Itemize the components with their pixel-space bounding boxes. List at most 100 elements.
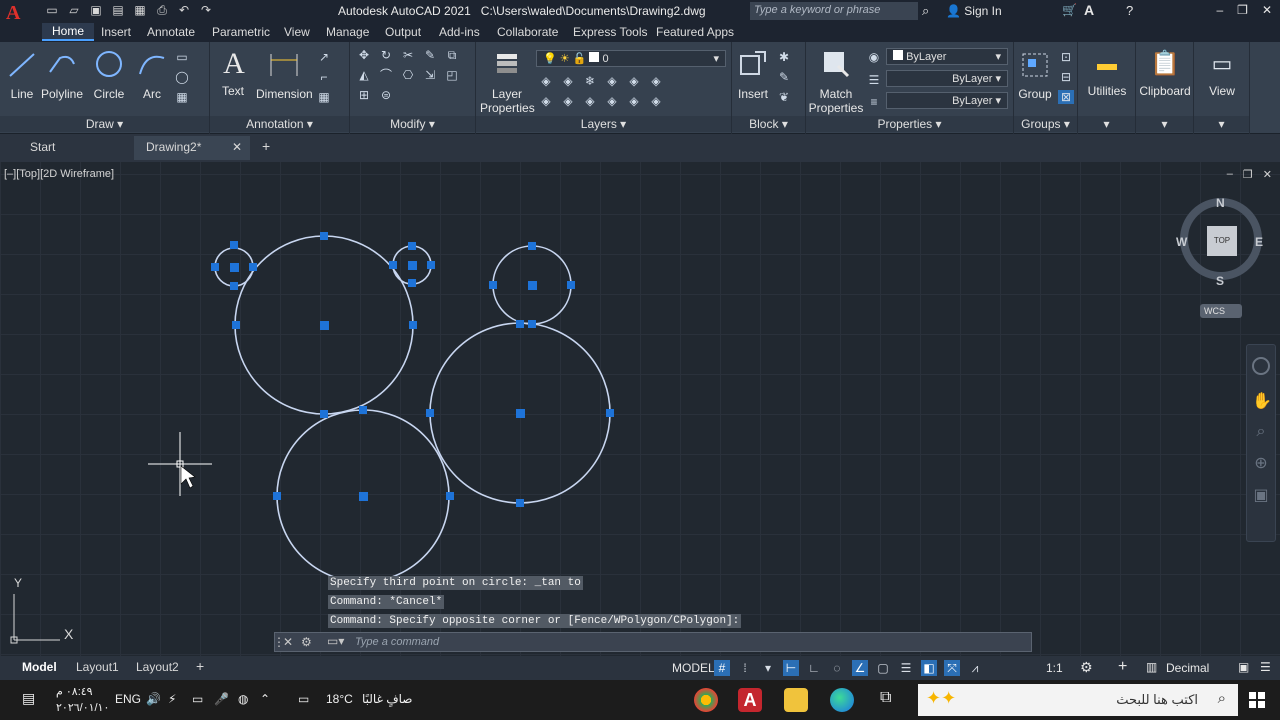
group-edit-icon[interactable]: ⊟: [1058, 70, 1074, 84]
selection-cycling-icon[interactable]: ⤧: [944, 660, 960, 676]
grip[interactable]: [389, 261, 397, 269]
grip[interactable]: [567, 281, 575, 289]
edit-attributes-icon[interactable]: ❦: [776, 90, 792, 104]
explode-icon[interactable]: ⎔: [400, 68, 416, 82]
close-command-line-icon[interactable]: ✕: [283, 635, 293, 649]
annotation-panel-title[interactable]: Annotation ▾: [210, 116, 349, 132]
showmotion-icon[interactable]: ▣: [1252, 485, 1270, 505]
lineweight-dropdown[interactable]: ByLayer ▾: [886, 92, 1008, 109]
command-line[interactable]: ⋮ ✕ ⚙ ▭▾ Type a command: [273, 632, 1032, 652]
infer-constraints-icon[interactable]: ⊢: [783, 660, 799, 676]
grip[interactable]: [427, 261, 435, 269]
weather-temperature[interactable]: 18°C: [326, 692, 353, 706]
language-indicator[interactable]: ENG: [115, 692, 141, 706]
open-icon[interactable]: ▱: [66, 3, 82, 17]
grip[interactable]: [320, 232, 328, 240]
battery-icon[interactable]: ▭: [192, 692, 203, 706]
layers-panel-title[interactable]: Layers ▾: [476, 116, 731, 132]
close-tab-icon[interactable]: ✕: [232, 140, 242, 154]
modify-panel-title[interactable]: Modify ▾: [350, 116, 475, 132]
layer-walk-icon[interactable]: ◈: [582, 94, 598, 108]
volume-icon[interactable]: 🔊: [146, 692, 161, 706]
tab-insert[interactable]: Insert: [101, 25, 131, 39]
undo-icon[interactable]: ↶: [176, 3, 192, 17]
grip[interactable]: [528, 320, 536, 328]
drawing-viewport[interactable]: [–][Top][2D Wireframe] – ❐ ✕ Y X TOP N S…: [0, 162, 1280, 656]
linetype-dropdown[interactable]: ByLayer ▾: [886, 70, 1008, 87]
grip[interactable]: [320, 321, 329, 330]
view-button[interactable]: ▭ View: [1198, 48, 1246, 98]
minimize-icon[interactable]: –: [1216, 3, 1223, 17]
grip[interactable]: [230, 263, 239, 272]
layer-freeze-icon[interactable]: ❄: [582, 74, 598, 88]
offset-icon[interactable]: ⊜: [378, 88, 394, 102]
grip[interactable]: [409, 321, 417, 329]
clipboard-dropdown[interactable]: ▾: [1136, 116, 1193, 132]
grip[interactable]: [230, 282, 238, 290]
grip[interactable]: [211, 263, 219, 271]
meet-icon[interactable]: ◍: [238, 692, 248, 706]
help-icon[interactable]: ?: [1126, 3, 1133, 18]
annotation-scale[interactable]: 1:1: [1046, 661, 1063, 675]
layer-lock-icon[interactable]: ◈: [626, 74, 642, 88]
layer-copy-icon[interactable]: ◈: [626, 94, 642, 108]
command-input[interactable]: Type a command: [355, 636, 439, 648]
grip[interactable]: [528, 281, 537, 290]
windows-start-icon[interactable]: [1249, 692, 1265, 708]
layer-match-icon[interactable]: ◈: [538, 94, 554, 108]
utilities-panel[interactable]: ▬ Utilities ▾: [1078, 42, 1136, 134]
viewcube-top-face[interactable]: TOP: [1207, 226, 1237, 256]
tab-manage[interactable]: Manage: [326, 25, 369, 39]
edge-icon[interactable]: [830, 688, 854, 712]
array-icon[interactable]: ⊞: [356, 88, 372, 102]
layout2-tab[interactable]: Layout2: [136, 660, 179, 674]
layer-unlock-icon[interactable]: ◈: [648, 74, 664, 88]
group-selection-icon[interactable]: ⊠: [1058, 90, 1074, 104]
grip[interactable]: [516, 499, 524, 507]
trim-icon[interactable]: ✂: [400, 48, 416, 62]
ellipse-icon[interactable]: ◯: [174, 70, 190, 84]
stretch-icon[interactable]: ⇲: [422, 68, 438, 82]
polyline-tool[interactable]: Polyline: [40, 48, 84, 101]
tab-add-ins[interactable]: Add-ins: [439, 25, 480, 39]
layer-isolate-icon[interactable]: ◈: [560, 74, 576, 88]
arc-tool[interactable]: Arc: [136, 48, 168, 101]
units-dropdown[interactable]: Decimal: [1166, 661, 1209, 675]
autocad-taskbar-icon[interactable]: A: [738, 688, 762, 712]
ungroup-icon[interactable]: ⊡: [1058, 50, 1074, 64]
weather-icon[interactable]: ▭: [298, 692, 309, 706]
move-icon[interactable]: ✥: [356, 48, 372, 62]
orbit-icon[interactable]: ⊕: [1252, 453, 1270, 473]
layer-properties-button[interactable]: Layer Properties: [480, 48, 535, 115]
scale-icon[interactable]: ◰: [444, 68, 460, 82]
restore-icon[interactable]: ❐: [1237, 3, 1248, 17]
help-search-input[interactable]: Type a keyword or phrase: [750, 2, 918, 20]
menu-icon[interactable]: ☰: [1260, 660, 1271, 674]
tab-parametric[interactable]: Parametric: [212, 25, 270, 39]
grip[interactable]: [359, 492, 368, 501]
task-view-icon[interactable]: ⧉: [880, 689, 891, 707]
layer-merge-icon[interactable]: ◈: [604, 94, 620, 108]
properties-panel-title[interactable]: Properties ▾: [806, 116, 1013, 132]
chrome-icon[interactable]: [694, 688, 718, 712]
layer-state-icon[interactable]: ◈: [538, 74, 554, 88]
search-icon[interactable]: ⌕: [922, 3, 929, 19]
compass-south[interactable]: S: [1216, 274, 1224, 288]
grip[interactable]: [489, 281, 497, 289]
weather-description[interactable]: صافٍ غالبًا: [362, 692, 412, 706]
grip[interactable]: [320, 410, 328, 418]
plus-icon[interactable]: +: [1118, 658, 1127, 676]
compass-north[interactable]: N: [1216, 196, 1225, 210]
tab-home[interactable]: Home: [42, 23, 95, 41]
close-icon[interactable]: ✕: [1262, 3, 1272, 17]
new-tab-icon[interactable]: +: [262, 138, 270, 154]
text-tool[interactable]: A Text: [218, 48, 248, 99]
print-icon[interactable]: ⎙: [154, 3, 170, 17]
match-properties-button[interactable]: Match Properties: [808, 48, 864, 115]
file-explorer-icon[interactable]: [784, 688, 808, 712]
grid-icon[interactable]: #: [714, 660, 730, 676]
grip[interactable]: [446, 492, 454, 500]
object-snap-icon[interactable]: ▢: [875, 660, 891, 676]
view-dropdown[interactable]: ▾: [1194, 116, 1249, 132]
grip[interactable]: [359, 406, 367, 414]
